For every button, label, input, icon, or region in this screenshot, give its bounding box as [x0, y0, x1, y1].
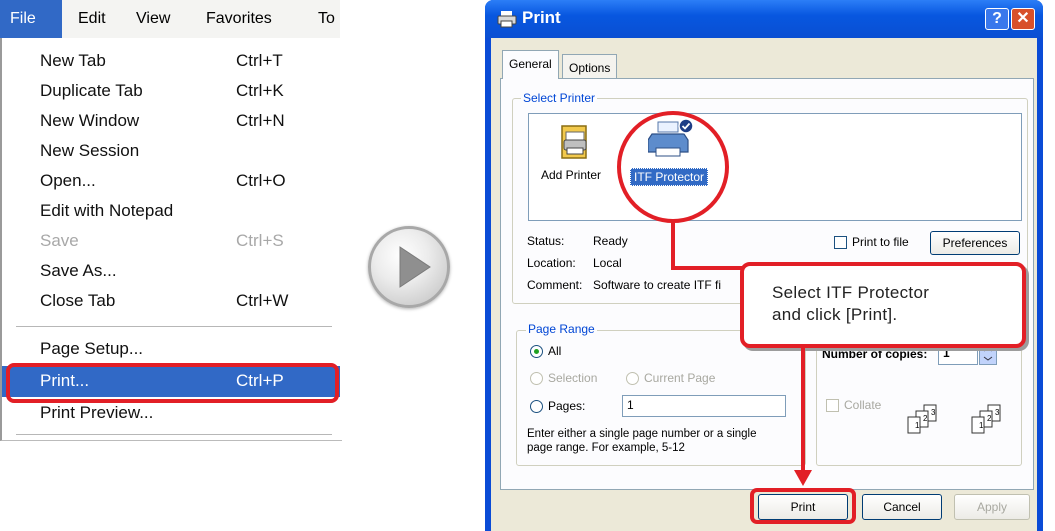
menu-view[interactable]: View — [136, 0, 170, 38]
radio-all-label: All — [548, 344, 562, 358]
radio-current-page — [626, 372, 639, 385]
print-button-highlight — [750, 488, 856, 524]
print-to-file-label: Print to file — [852, 235, 909, 249]
collate-page-number: 2 — [923, 414, 928, 423]
collate-checkbox[interactable] — [826, 399, 839, 412]
itf-protector-highlight — [617, 111, 729, 223]
collate-pages-icon-2: 3 2 1 — [968, 404, 1008, 436]
pages-input[interactable]: 1 — [622, 395, 786, 417]
radio-current-page-label: Current Page — [644, 371, 716, 385]
menu-item-label: New Tab — [40, 51, 106, 70]
radio-selection — [530, 372, 543, 385]
menu-item-page-setup[interactable]: Page Setup... — [2, 334, 340, 364]
callout-connector-line — [671, 266, 743, 270]
menu-item-label: Duplicate Tab — [40, 81, 143, 100]
collate-label: Collate — [844, 398, 882, 412]
menu-item-label: Save As... — [40, 261, 117, 280]
menu-item-save-as[interactable]: Save As... — [2, 256, 340, 286]
menu-item-close-tab[interactable]: Close Tab Ctrl+W — [2, 286, 340, 316]
menu-item-shortcut: Ctrl+T — [236, 51, 283, 70]
menu-bar: File Edit View Favorites To — [0, 0, 340, 39]
menu-edit[interactable]: Edit — [78, 0, 106, 38]
instruction-callout-text: Select ITF Protector and click [Print]. — [772, 282, 1012, 326]
cancel-button[interactable]: Cancel — [862, 494, 942, 520]
radio-pages-label: Pages: — [548, 399, 586, 413]
menu-item-new-tab[interactable]: New Tab Ctrl+T — [2, 46, 340, 76]
collate-pages-icon-1: 3 2 1 — [904, 404, 944, 436]
menu-item-label: Close Tab — [40, 291, 116, 310]
menu-item-label: Edit with Notepad — [40, 201, 174, 220]
apply-button: Apply — [954, 494, 1030, 520]
menu-item-shortcut: Ctrl+K — [236, 81, 284, 100]
printer-list[interactable] — [528, 113, 1022, 221]
print-menu-highlight — [6, 363, 339, 403]
tab-general[interactable]: General — [502, 50, 559, 79]
printer-label-add-printer[interactable]: Add Printer — [541, 168, 601, 182]
collate-page-number: 3 — [995, 408, 1000, 417]
menu-item-label: New Session — [40, 141, 140, 160]
page-range-hint-line1: Enter either a single page number or a s… — [527, 428, 757, 440]
location-value: Local — [593, 256, 622, 270]
printer-icon — [497, 10, 517, 28]
preferences-button[interactable]: Preferences — [930, 231, 1020, 255]
menu-item-label: Print Preview... — [40, 403, 154, 422]
menu-item-save: Save Ctrl+S — [2, 226, 340, 256]
menu-file[interactable]: File — [0, 0, 62, 38]
page-range-title: Page Range — [526, 322, 597, 336]
callout-line-1: Select ITF Protector — [772, 283, 930, 302]
location-label: Location: — [527, 256, 576, 270]
menu-item-new-window[interactable]: New Window Ctrl+N — [2, 106, 340, 136]
select-printer-title: Select Printer — [521, 91, 598, 105]
menu-item-shortcut: Ctrl+W — [236, 291, 289, 310]
menu-item-label: New Window — [40, 111, 140, 130]
add-printer-icon[interactable] — [556, 122, 596, 162]
next-step-arrow-icon — [368, 226, 450, 308]
close-button[interactable]: ✕ — [1011, 8, 1035, 30]
menu-item-label: Page Setup... — [40, 339, 144, 358]
callout-line-2: and click [Print]. — [772, 305, 898, 324]
menu-item-label: Save — [40, 231, 79, 250]
radio-selection-label: Selection — [548, 371, 598, 385]
menu-item-shortcut: Ctrl+N — [236, 111, 285, 130]
menu-item-shortcut: Ctrl+O — [236, 171, 286, 190]
arrow-to-print-line — [801, 346, 805, 472]
tab-options[interactable]: Options — [562, 54, 618, 80]
menu-item-label: Open... — [40, 171, 96, 190]
comment-value: Software to create ITF fi — [593, 278, 722, 292]
menu-separator — [16, 434, 332, 436]
comment-label: Comment: — [527, 278, 583, 292]
page-range-hint-line2: page range. For example, 5-12 — [527, 442, 685, 454]
status-value: Ready — [593, 234, 628, 248]
help-button[interactable]: ? — [985, 8, 1009, 30]
collate-page-number: 1 — [915, 421, 920, 430]
number-of-copies-label: Number of copies: — [822, 347, 928, 361]
menu-item-open[interactable]: Open... Ctrl+O — [2, 166, 340, 196]
collate-page-number: 2 — [987, 414, 992, 423]
radio-all[interactable] — [530, 345, 543, 358]
status-label: Status: — [527, 234, 565, 248]
menu-favorites[interactable]: Favorites — [206, 0, 272, 38]
menu-item-shortcut: Ctrl+S — [236, 231, 284, 250]
menu-item-edit-with-notepad[interactable]: Edit with Notepad — [2, 196, 340, 226]
print-to-file-checkbox[interactable] — [834, 236, 847, 249]
menu-tools[interactable]: To — [318, 0, 335, 38]
collate-page-number: 3 — [931, 408, 936, 417]
dialog-title: Print — [522, 8, 561, 27]
callout-connector-line — [671, 222, 675, 270]
collate-page-number: 1 — [979, 421, 984, 430]
menu-separator — [16, 326, 332, 328]
menu-item-duplicate-tab[interactable]: Duplicate Tab Ctrl+K — [2, 76, 340, 106]
dialog-title-bar[interactable] — [485, 0, 1043, 38]
menu-item-new-session[interactable]: New Session — [2, 136, 340, 166]
radio-pages[interactable] — [530, 400, 543, 413]
arrow-down-icon — [794, 470, 812, 486]
